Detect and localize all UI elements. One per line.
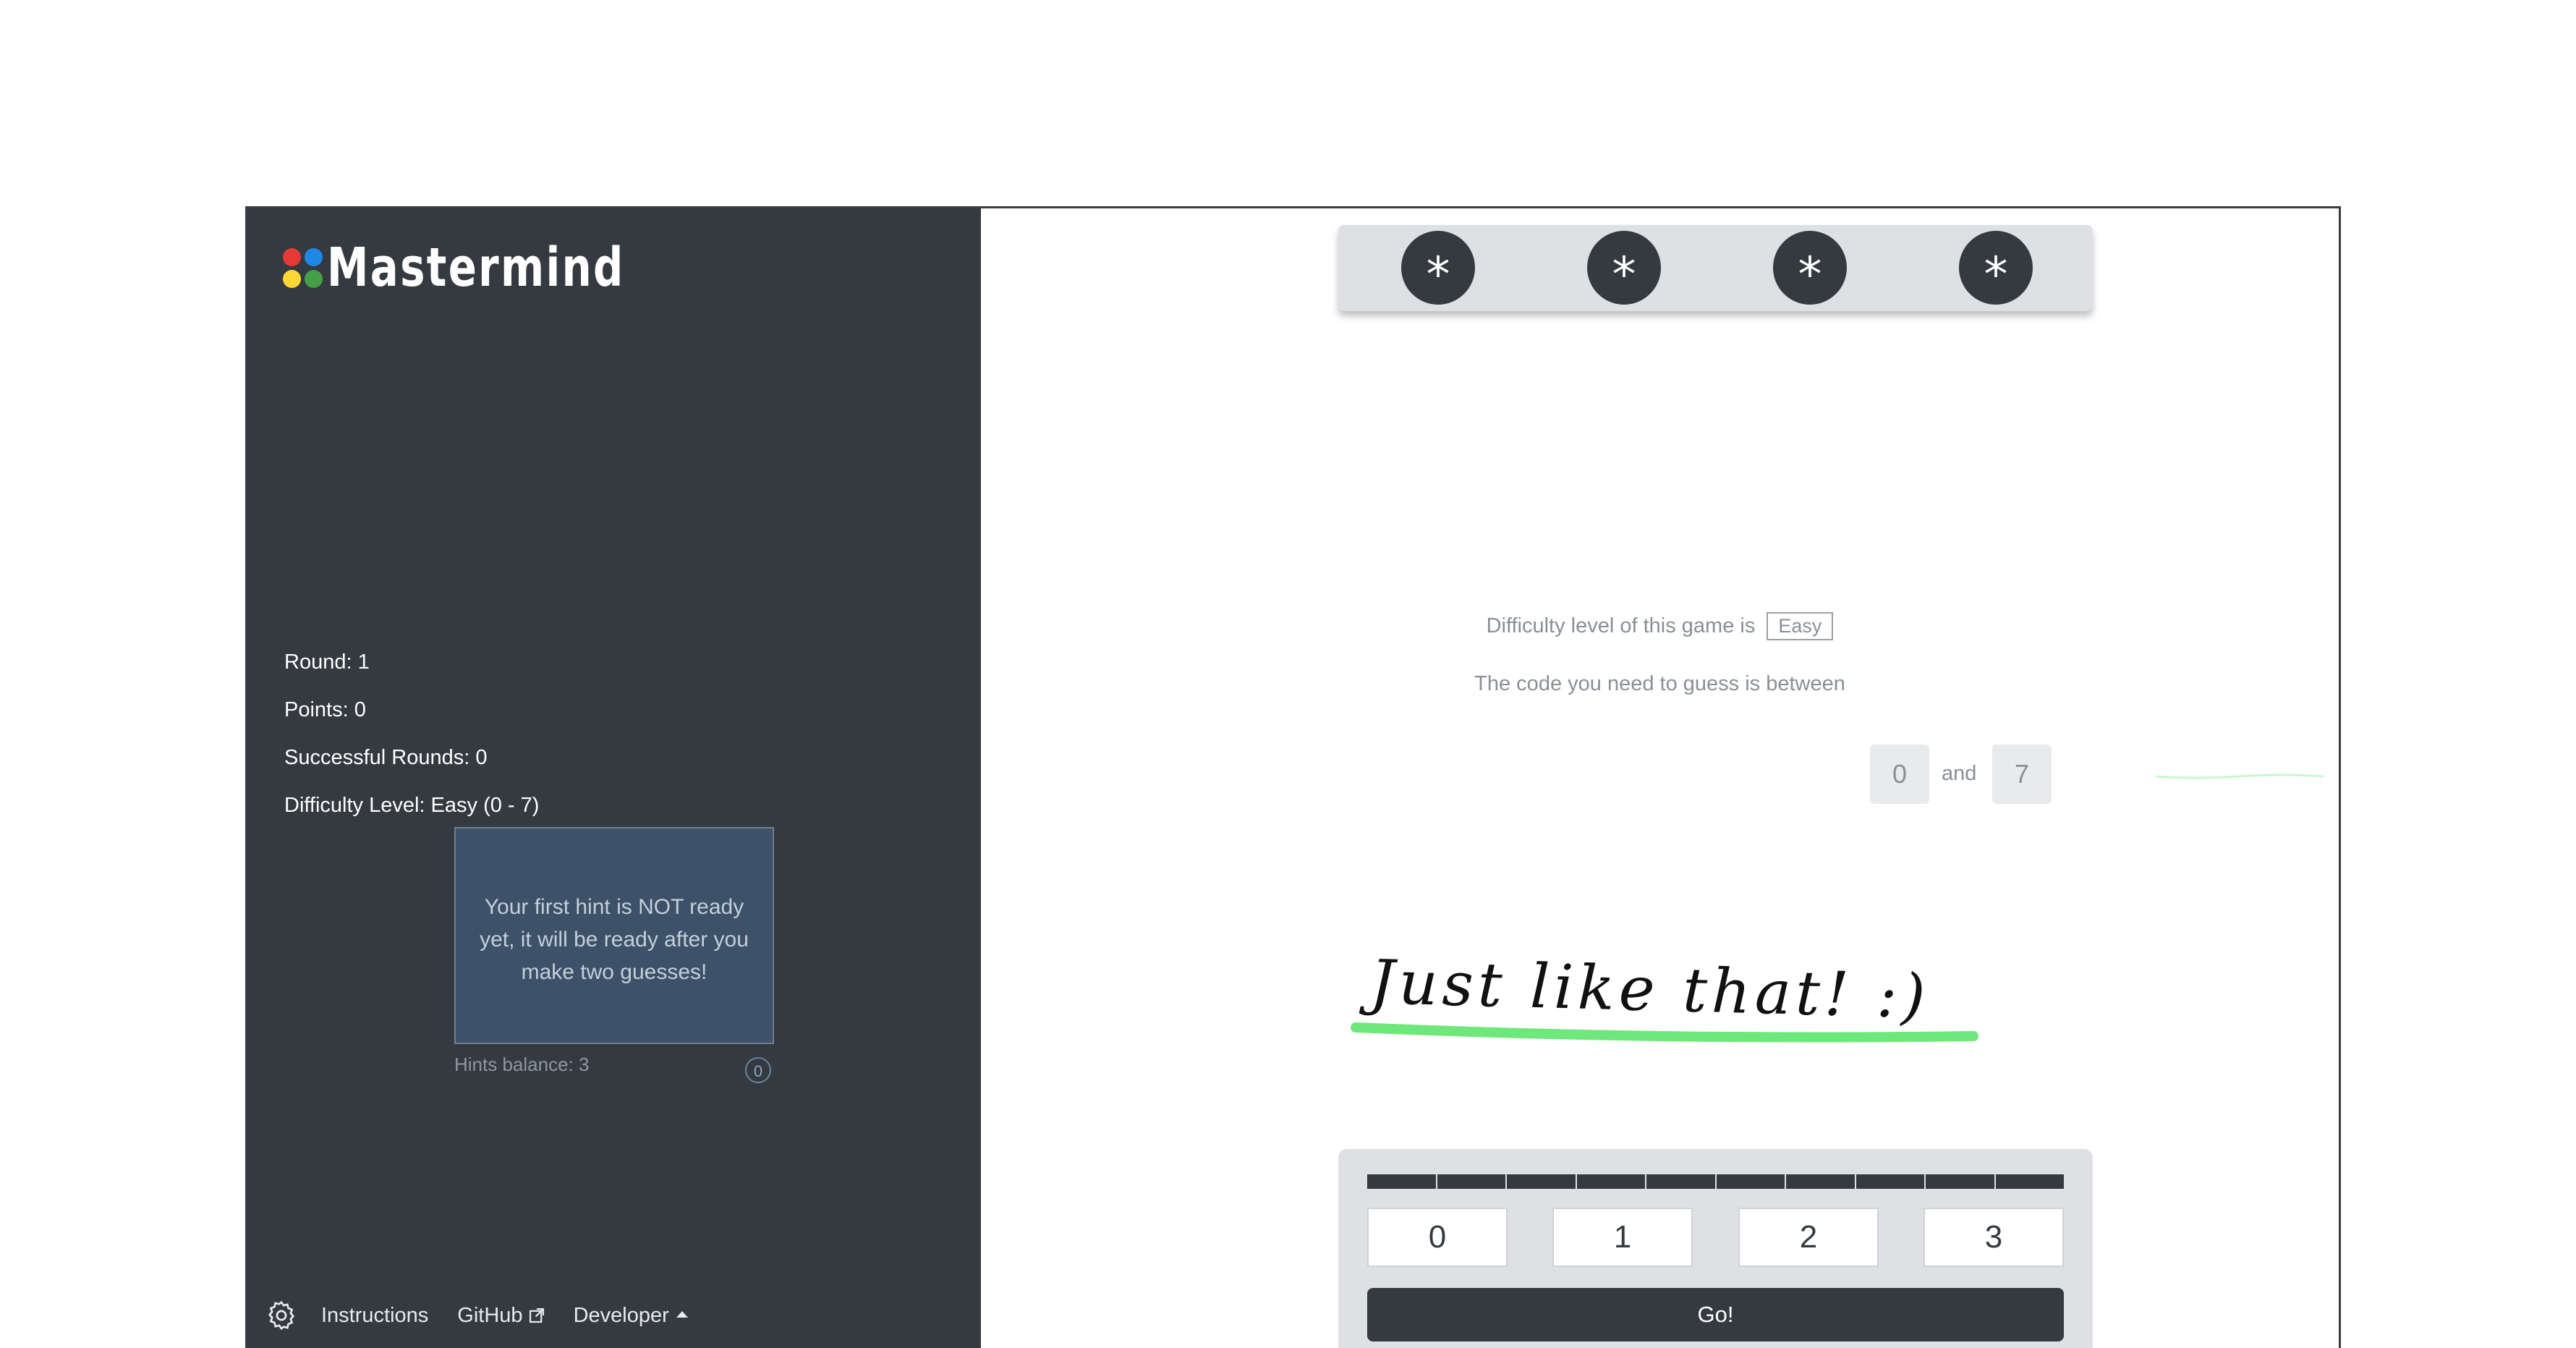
secret-peg-1: * xyxy=(1401,231,1475,305)
logo-dot-blue xyxy=(305,247,323,266)
sidebar: Mastermind Round: 1 Points: 0 Successful… xyxy=(247,208,981,1348)
range-info: The code you need to guess is between xyxy=(1474,672,1845,695)
guess-input-3[interactable]: 2 xyxy=(1738,1208,1879,1267)
guess-input-4[interactable]: 3 xyxy=(1924,1208,2064,1267)
guess-panel: 0 1 2 3 Go! xyxy=(1338,1149,2093,1348)
instructions-link[interactable]: Instructions xyxy=(321,1304,428,1328)
attempt-segment xyxy=(1367,1174,1437,1189)
secret-peg-4: * xyxy=(1959,231,2033,305)
attempt-segment xyxy=(1995,1174,2064,1189)
attempt-segment xyxy=(1646,1174,1717,1189)
green-scribble xyxy=(2155,773,2324,779)
gear-icon[interactable] xyxy=(265,1299,298,1332)
green-underline xyxy=(1351,1022,1978,1043)
attempt-segment xyxy=(1576,1174,1646,1189)
app-title: Mastermind xyxy=(327,237,625,299)
logo: Mastermind xyxy=(283,241,709,294)
attempts-progress xyxy=(1367,1174,2064,1189)
hint-card[interactable]: Your first hint is NOT ready yet, it wil… xyxy=(454,827,774,1044)
secret-peg-2: * xyxy=(1587,231,1661,305)
hints-balance: Hints balance: 3 xyxy=(454,1054,590,1075)
github-link[interactable]: GitHub xyxy=(457,1304,544,1328)
difficulty-info: Difficulty level of this game is Easy xyxy=(981,612,2339,640)
secret-peg-3: * xyxy=(1773,231,1847,305)
stat-round: Round: 1 xyxy=(284,650,370,674)
range-min: 0 xyxy=(1870,745,1929,804)
game-area: * * * * Difficulty level of this game is… xyxy=(981,208,2339,1348)
secret-code-bar: * * * * xyxy=(1338,225,2093,311)
app-window: Mastermind Round: 1 Points: 0 Successful… xyxy=(245,206,2341,1348)
external-link-icon xyxy=(529,1307,544,1323)
attempt-segment xyxy=(1437,1174,1507,1189)
logo-dots-icon xyxy=(283,247,323,288)
stat-points: Points: 0 xyxy=(284,698,366,721)
logo-dot-red xyxy=(283,247,301,266)
range-max: 7 xyxy=(1992,745,2052,804)
attempt-segment xyxy=(1856,1174,1926,1189)
attempt-segment xyxy=(1716,1174,1786,1189)
attempt-segment xyxy=(1926,1174,1996,1189)
instructions-label: Instructions xyxy=(321,1303,429,1327)
caret-up-icon xyxy=(676,1310,688,1318)
stat-successful-rounds: Successful Rounds: 0 xyxy=(284,746,488,769)
difficulty-prefix: Difficulty level of this game is xyxy=(1486,614,1756,637)
developer-label: Developer xyxy=(573,1303,669,1327)
game-stats: Round: 1 Points: 0 Successful Rounds: 0 … xyxy=(284,646,539,837)
hint-counter-badge: 0 xyxy=(745,1057,771,1083)
guess-input-1[interactable]: 0 xyxy=(1367,1208,1508,1267)
go-button[interactable]: Go! xyxy=(1367,1288,2064,1341)
developer-dropdown[interactable]: Developer xyxy=(574,1304,688,1328)
attempt-segment xyxy=(1786,1174,1856,1189)
difficulty-badge: Easy xyxy=(1767,612,1834,640)
sidebar-footer: Instructions GitHub Developer xyxy=(265,1299,717,1332)
logo-dot-yellow xyxy=(283,269,301,288)
logo-dot-green xyxy=(305,269,323,288)
guess-input-2[interactable]: 1 xyxy=(1552,1208,1693,1267)
attempt-segment xyxy=(1507,1174,1577,1189)
range-and: and xyxy=(1942,762,1977,785)
github-label: GitHub xyxy=(457,1303,523,1327)
